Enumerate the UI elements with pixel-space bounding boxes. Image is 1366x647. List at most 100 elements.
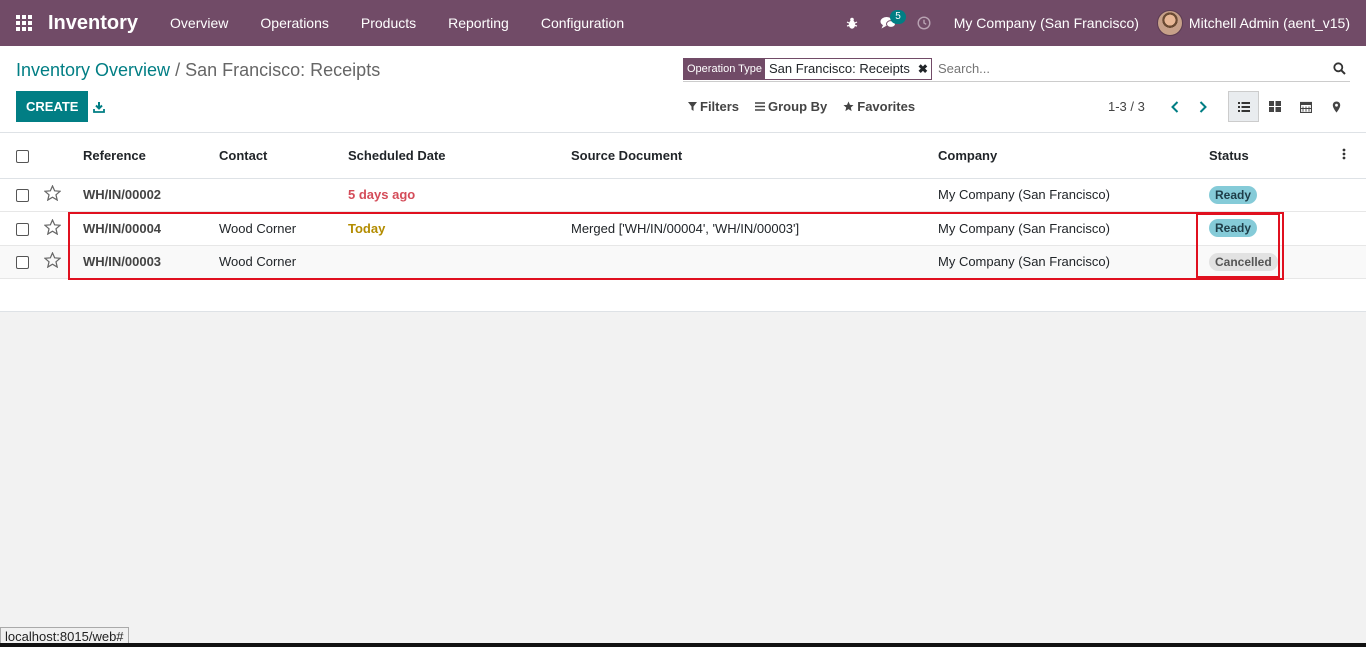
column-company[interactable]: Company bbox=[938, 133, 1209, 179]
messaging-chat-icon[interactable]: 5 bbox=[870, 0, 906, 46]
contact-cell: Wood Corner bbox=[219, 245, 348, 279]
table-row[interactable]: WH/IN/00003 Wood Corner My Company (San … bbox=[0, 245, 1366, 279]
priority-cell bbox=[43, 178, 83, 212]
table-header-row: Reference Contact Scheduled Date Source … bbox=[0, 133, 1366, 179]
table-row[interactable]: WH/IN/00004 Wood Corner Today Merged ['W… bbox=[0, 211, 1366, 246]
app-name[interactable]: Inventory bbox=[48, 12, 138, 35]
row-checkbox[interactable] bbox=[16, 189, 29, 203]
breadcrumb-separator: / bbox=[175, 60, 181, 80]
map-view-pin-icon[interactable] bbox=[1321, 91, 1352, 122]
facet-remove-icon[interactable]: ✖ bbox=[914, 59, 931, 79]
company-cell: My Company (San Francisco) bbox=[938, 211, 1209, 246]
status-cell: Ready bbox=[1209, 211, 1342, 246]
priority-star-icon[interactable] bbox=[43, 251, 62, 269]
activity-clock-icon[interactable] bbox=[906, 0, 942, 46]
favorites-dropdown[interactable]: Favorites bbox=[843, 99, 915, 114]
breadcrumb-inventory-overview[interactable]: Inventory Overview bbox=[16, 60, 170, 80]
priority-star-icon[interactable] bbox=[43, 184, 62, 202]
user-menu[interactable]: Mitchell Admin (aent_v15) bbox=[1156, 10, 1366, 36]
reference-cell: WH/IN/00004 bbox=[83, 211, 219, 246]
search-icon[interactable] bbox=[1328, 62, 1350, 75]
table-row[interactable]: WH/IN/00002 5 days ago My Company (San F… bbox=[0, 178, 1366, 212]
user-name: Mitchell Admin (aent_v15) bbox=[1188, 15, 1350, 31]
group-by-icon bbox=[755, 102, 766, 111]
search-facet: Operation Type San Francisco: Receipts ✖ bbox=[683, 57, 932, 80]
search-input[interactable] bbox=[931, 61, 1328, 76]
export-download-icon[interactable] bbox=[88, 91, 110, 122]
row-select-cell bbox=[0, 245, 44, 279]
debug-bug-icon[interactable] bbox=[834, 0, 870, 46]
receipts-table: Reference Contact Scheduled Date Source … bbox=[0, 133, 1366, 279]
menu-overview[interactable]: Overview bbox=[154, 0, 244, 46]
pager-next-icon[interactable] bbox=[1189, 93, 1217, 121]
priority-cell bbox=[43, 211, 83, 246]
column-reference[interactable]: Reference bbox=[83, 133, 219, 179]
list-view: Reference Contact Scheduled Date Source … bbox=[0, 133, 1366, 312]
avatar bbox=[1156, 10, 1183, 36]
column-status[interactable]: Status bbox=[1209, 133, 1342, 179]
vertical-ellipsis-icon bbox=[1342, 148, 1346, 160]
source-document-cell bbox=[571, 245, 938, 279]
source-document-cell: Merged ['WH/IN/00004', 'WH/IN/00003'] bbox=[571, 211, 938, 246]
pager-previous-icon[interactable] bbox=[1161, 93, 1189, 121]
facet-category: Operation Type bbox=[684, 58, 766, 79]
row-select-cell bbox=[0, 178, 44, 212]
filters-dropdown[interactable]: Filters bbox=[688, 99, 739, 114]
status-cell: Ready bbox=[1209, 178, 1342, 212]
favorites-label: Favorites bbox=[857, 99, 916, 114]
apps-menu-icon[interactable] bbox=[0, 0, 48, 46]
row-checkbox[interactable] bbox=[16, 222, 29, 236]
facet-value: San Francisco: Receipts bbox=[765, 58, 914, 79]
status-badge: Ready bbox=[1209, 219, 1258, 238]
source-document-cell bbox=[571, 178, 938, 212]
company-cell: My Company (San Francisco) bbox=[938, 178, 1209, 212]
status-cell: Cancelled bbox=[1209, 245, 1342, 279]
column-contact[interactable]: Contact bbox=[219, 133, 348, 179]
select-all-cell bbox=[0, 133, 44, 179]
priority-cell bbox=[43, 245, 83, 279]
top-navbar: Inventory Overview Operations Products R… bbox=[0, 0, 1366, 46]
status-badge: Ready bbox=[1209, 185, 1258, 204]
reference-cell: WH/IN/00002 bbox=[83, 178, 219, 212]
scheduled-date-cell: 5 days ago bbox=[348, 178, 571, 212]
status-badge: Cancelled bbox=[1209, 252, 1278, 271]
menu-operations[interactable]: Operations bbox=[244, 0, 344, 46]
contact-cell: Wood Corner bbox=[219, 211, 348, 246]
row-select-cell bbox=[0, 211, 44, 246]
breadcrumb-current: San Francisco: Receipts bbox=[185, 60, 381, 80]
row-end-cell bbox=[1342, 211, 1366, 246]
menu-reporting[interactable]: Reporting bbox=[432, 0, 525, 46]
reference-cell: WH/IN/00003 bbox=[83, 245, 219, 279]
search-options: Filters Group By Favorites bbox=[688, 91, 931, 122]
create-button[interactable]: CREATE bbox=[16, 91, 89, 122]
view-switcher bbox=[1228, 91, 1352, 122]
favorite-header bbox=[44, 133, 83, 179]
column-scheduled-date[interactable]: Scheduled Date bbox=[348, 133, 571, 179]
group-by-label: Group By bbox=[768, 99, 828, 114]
row-checkbox[interactable] bbox=[16, 256, 29, 270]
row-end-cell bbox=[1342, 178, 1366, 212]
list-view-icon[interactable] bbox=[1228, 91, 1259, 122]
menu-products[interactable]: Products bbox=[345, 0, 432, 46]
row-end-cell bbox=[1342, 245, 1366, 279]
company-switcher[interactable]: My Company (San Francisco) bbox=[942, 15, 1157, 31]
favorites-star-icon bbox=[843, 101, 854, 112]
search-bar: Operation Type San Francisco: Receipts ✖ bbox=[683, 56, 1350, 82]
filters-label: Filters bbox=[700, 99, 740, 114]
breadcrumb: Inventory Overview / San Francisco: Rece… bbox=[16, 60, 380, 81]
bottom-strip bbox=[0, 643, 1366, 647]
scheduled-date-cell: Today bbox=[348, 211, 571, 246]
group-by-dropdown[interactable]: Group By bbox=[755, 99, 827, 114]
company-cell: My Company (San Francisco) bbox=[938, 245, 1209, 279]
optional-columns-toggle[interactable] bbox=[1342, 133, 1366, 179]
kanban-view-icon[interactable] bbox=[1259, 91, 1290, 122]
scheduled-date-cell bbox=[348, 245, 571, 279]
priority-star-icon[interactable] bbox=[43, 218, 62, 236]
control-panel: Inventory Overview / San Francisco: Rece… bbox=[0, 46, 1366, 133]
column-source-document[interactable]: Source Document bbox=[571, 133, 938, 179]
pager-value[interactable]: 1-3 / 3 bbox=[1108, 99, 1145, 114]
calendar-view-icon[interactable] bbox=[1290, 91, 1321, 122]
contact-cell bbox=[219, 178, 348, 212]
select-all-checkbox[interactable] bbox=[16, 149, 29, 163]
menu-configuration[interactable]: Configuration bbox=[525, 0, 640, 46]
